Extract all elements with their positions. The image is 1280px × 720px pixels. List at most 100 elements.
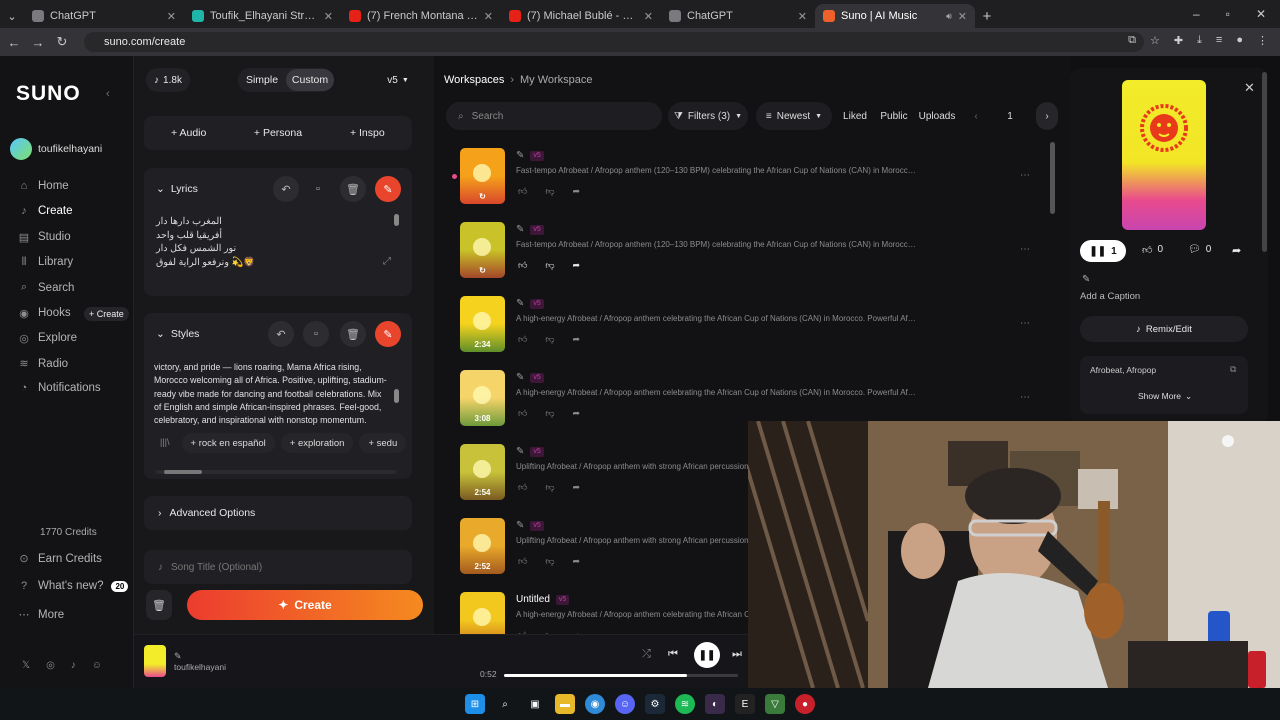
tab-close-icon[interactable]: ✕ — [798, 10, 807, 23]
thumbs-up-icon[interactable]: 👍︎ — [518, 260, 527, 271]
tab-close-icon[interactable]: ✕ — [484, 10, 493, 23]
tab-close-icon[interactable]: ✕ — [167, 10, 176, 23]
more-options-icon[interactable]: ⋯ — [1020, 318, 1030, 329]
back-icon[interactable]: ← — [2, 35, 26, 50]
sidebar-item-hooks[interactable]: ◉ Hooks — [18, 307, 70, 320]
record-icon[interactable]: ● — [795, 694, 815, 714]
advanced-options-toggle[interactable]: › Advanced Options — [144, 496, 412, 530]
player-artist[interactable]: toufikelhayani — [174, 662, 226, 672]
thumbs-up-icon[interactable]: 👍︎ — [518, 408, 527, 419]
bookmark-star-icon[interactable]: ☆ — [1150, 34, 1160, 47]
share-icon[interactable]: ➦ — [573, 186, 581, 197]
thumbs-down-icon[interactable]: 👎︎ — [545, 334, 554, 345]
previous-icon[interactable]: ⏮︎ — [668, 648, 678, 661]
extensions-icon[interactable]: ✚ — [1174, 34, 1183, 47]
song-row[interactable]: ↻ ✎ v5 Fast-tempo Afrobeat / Afropop anthem… — [460, 222, 1060, 290]
edit-icon[interactable]: ✎ — [516, 298, 524, 309]
tab-close-icon[interactable]: ✕ — [324, 10, 333, 23]
instagram-icon[interactable]: ◎ — [46, 660, 55, 671]
player-cover[interactable] — [144, 645, 166, 677]
expand-icon[interactable]: ⤢ — [383, 256, 391, 267]
lyrics-textarea[interactable]: المغرب دارها دار أفريقيا قلب واحد نور الشم… — [156, 215, 255, 269]
epic-games-icon[interactable]: E — [735, 694, 755, 714]
share-icon[interactable]: ➦ — [1232, 244, 1241, 257]
song-title[interactable]: ✎ v5 — [516, 224, 544, 235]
song-title[interactable]: ✎ v5 — [516, 298, 544, 309]
suno-logo[interactable]: SUNO — [16, 82, 81, 106]
chrome-icon[interactable]: ◉ — [585, 694, 605, 714]
tab-close-icon[interactable]: ✕ — [644, 10, 653, 23]
file-explorer-icon[interactable]: ▬ — [555, 694, 575, 714]
delete-styles-button[interactable]: 🗑 — [340, 321, 366, 347]
like-button[interactable]: 👍︎ 0 — [1142, 244, 1163, 256]
edit-icon[interactable]: ✎ — [516, 520, 524, 531]
song-thumbnail[interactable]: ↻ — [460, 148, 505, 204]
sidebar-item-explore[interactable]: ◎ Explore — [18, 332, 77, 345]
liked-filter[interactable]: Liked — [840, 102, 870, 130]
sidebar-item-search[interactable]: ⌕ Search — [18, 281, 75, 294]
spotify-icon[interactable]: ≋ — [675, 694, 695, 714]
media-icon[interactable]: ≡ — [1216, 34, 1222, 47]
speaker-icon[interactable]: 🔊︎ — [946, 11, 952, 22]
styles-toggle[interactable]: ⌄ Styles — [156, 328, 199, 340]
discord-icon[interactable]: ☺ — [92, 660, 102, 671]
earn-credits-link[interactable]: ⊙ Earn Credits — [18, 552, 102, 566]
public-filter[interactable]: Public — [878, 102, 910, 130]
steam-icon[interactable]: ⚙ — [645, 694, 665, 714]
library-scrollbar[interactable] — [1050, 142, 1055, 214]
styles-textarea[interactable]: victory, and pride — lions roaring, Mama… — [154, 361, 390, 427]
share-icon[interactable]: ➦ — [573, 260, 581, 271]
edit-icon[interactable]: ✎ — [174, 651, 182, 662]
clear-all-button[interactable]: 🗑 — [146, 590, 172, 620]
reload-icon[interactable]: ↻ — [50, 34, 74, 50]
thumbs-up-icon[interactable]: 👍︎ — [518, 334, 527, 345]
new-tab-button[interactable]: + — [975, 4, 999, 28]
thumbs-down-icon[interactable]: 👎︎ — [545, 556, 554, 567]
sidebar-item-radio[interactable]: ≋ Radio — [18, 357, 68, 371]
sidebar-item-home[interactable]: ⌂ Home — [18, 180, 69, 192]
prev-page-button[interactable]: ‹ — [966, 102, 986, 130]
song-row[interactable]: ↻ ✎ v5 Fast-tempo Afrobeat / Afropop anthem… — [452, 148, 1060, 216]
mode-custom-button[interactable]: Custom — [286, 69, 334, 91]
shuffle-icon[interactable]: ⤮ — [642, 648, 651, 661]
add-audio-button[interactable]: + Audio — [144, 127, 233, 139]
thumbs-up-icon[interactable]: 👍︎ — [518, 186, 527, 197]
styles-scrollbar[interactable] — [394, 389, 399, 403]
mode-simple-button[interactable]: Simple — [238, 74, 286, 86]
thumbs-down-icon[interactable]: 👎︎ — [545, 408, 554, 419]
maximize-icon[interactable]: ▫ — [1226, 7, 1230, 21]
sidebar-item-studio[interactable]: ▤ Studio — [18, 231, 71, 244]
magic-lyrics-button[interactable]: ✎ — [375, 176, 401, 202]
browser-tab[interactable]: ChatGPT ✕ — [24, 4, 184, 28]
collapse-sidebar-icon[interactable]: ‹ — [106, 88, 110, 100]
install-icon[interactable]: ⧉ — [1128, 34, 1136, 47]
close-panel-icon[interactable]: ✕ — [1244, 80, 1255, 96]
page-scrollbar[interactable] — [1262, 72, 1267, 252]
close-icon[interactable]: ✕ — [1256, 7, 1266, 21]
song-thumbnail[interactable]: 2:34 — [460, 296, 505, 352]
minimize-icon[interactable]: – — [1193, 7, 1200, 21]
browser-tab[interactable]: Suno | AI Music 🔊︎ ✕ — [815, 4, 975, 28]
search-input[interactable]: ⌕ Search — [446, 102, 662, 130]
user-profile[interactable]: toufikelhayani — [10, 138, 102, 160]
whats-new-link[interactable]: ? What's new? 20 — [18, 580, 129, 592]
discord-icon[interactable]: ☺ — [615, 694, 635, 714]
song-title-field[interactable]: ♪ Song Title (Optional) — [144, 550, 412, 584]
share-icon[interactable]: ➦ — [573, 408, 581, 419]
credits-pill[interactable]: ♪ 1.8k — [146, 68, 190, 92]
edit-icon[interactable]: ✎ — [516, 446, 524, 457]
song-title[interactable]: Untitled v5 — [516, 594, 570, 605]
browser-tab[interactable]: (7) Michael Bublé - Feeling Goo... ✕ — [501, 4, 661, 28]
edit-icon[interactable]: ✎ — [516, 372, 524, 383]
sidebar-item-create[interactable]: ♪ Create — [18, 205, 72, 217]
obs-icon[interactable]: ◐ — [705, 694, 725, 714]
edit-icon[interactable]: ✎ — [1082, 274, 1090, 285]
style-tag[interactable]: + sedu — [359, 433, 407, 453]
edit-icon[interactable]: ✎ — [516, 224, 524, 235]
style-tag[interactable]: + rock en español — [181, 433, 275, 453]
create-button[interactable]: ✦ Create — [187, 590, 423, 620]
tab-search-button[interactable]: ⌄ — [0, 4, 24, 28]
sort-button[interactable]: ≡ Newest ▼ — [756, 102, 832, 130]
song-title[interactable]: ✎ v5 — [516, 446, 544, 457]
cover-art[interactable] — [1122, 80, 1206, 230]
